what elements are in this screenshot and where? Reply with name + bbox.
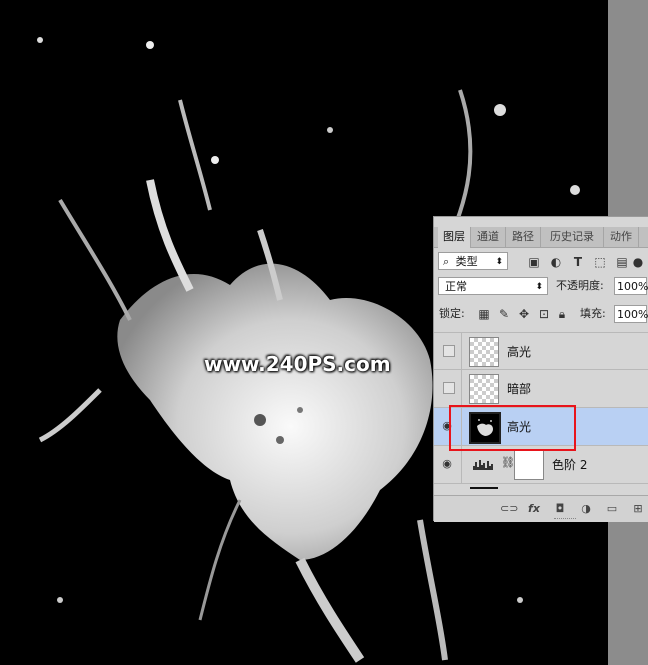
- blend-row: 正常 ⬍ 不透明度: 100%: [434, 277, 648, 299]
- search-icon: ⌕: [443, 255, 450, 268]
- lock-artboard-icon[interactable]: ⊡: [536, 306, 552, 322]
- layer-thumbnail: [469, 337, 499, 367]
- chain-link-icon[interactable]: ⛓: [501, 456, 515, 469]
- tab-paths[interactable]: 路径: [506, 227, 541, 247]
- updown-arrow-icon: ⬍: [495, 257, 503, 267]
- link-layers-icon[interactable]: ⊂⊃: [500, 501, 518, 517]
- new-layer-icon[interactable]: ⊞: [630, 501, 646, 517]
- panel-bottom-toolbar: ⊂⊃ fx ◘ ◑ ▭ ⊞: [434, 495, 648, 522]
- shape-filter-icon[interactable]: ⬚: [592, 254, 608, 270]
- layers-panel: 图层 通道 路径 历史记录 动作 ⌕ 类型 ⬍ ▣ ◐ T ⬚ ▤ ● 正常 ⬍…: [433, 216, 648, 522]
- visibility-toggle-off[interactable]: [443, 345, 455, 357]
- resize-grip[interactable]: [554, 518, 576, 522]
- filter-kind-select[interactable]: ⌕ 类型 ⬍: [438, 252, 508, 270]
- blend-mode-select[interactable]: 正常 ⬍: [438, 277, 548, 295]
- layer-thumbnail: [469, 374, 499, 404]
- lock-transparency-icon[interactable]: ▦: [476, 306, 492, 322]
- image-filter-icon[interactable]: ▣: [526, 254, 542, 270]
- panel-tab-bar: 图层 通道 路径 历史记录 动作: [434, 227, 648, 248]
- fx-button[interactable]: fx: [526, 501, 542, 517]
- layer-mask-thumbnail: [514, 450, 544, 480]
- type-filter-icon[interactable]: T: [570, 254, 586, 270]
- layer-row[interactable]: 暗部: [434, 370, 648, 408]
- lock-label: 锁定:: [439, 307, 465, 320]
- layer-name[interactable]: 高光: [507, 333, 531, 371]
- blend-mode-value: 正常: [445, 280, 467, 293]
- add-mask-icon[interactable]: ◘: [552, 501, 568, 517]
- fill-label: 填充:: [580, 307, 606, 320]
- new-group-icon[interactable]: ▭: [604, 501, 620, 517]
- watermark-text: www.240PS.com: [204, 352, 391, 376]
- highlight-box: [449, 405, 576, 451]
- filter-row: ⌕ 类型 ⬍ ▣ ◐ T ⬚ ▤ ●: [434, 251, 648, 273]
- layer-name[interactable]: 暗部: [507, 370, 531, 408]
- tab-channels[interactable]: 通道: [471, 227, 506, 247]
- lock-all-icon[interactable]: 🔒︎: [554, 306, 570, 322]
- tab-history[interactable]: 历史记录: [541, 227, 604, 247]
- layer-row[interactable]: 高光: [434, 332, 648, 371]
- visibility-toggle-off[interactable]: [443, 382, 455, 394]
- updown-arrow-icon: ⬍: [535, 282, 543, 292]
- new-adjustment-icon[interactable]: ◑: [578, 501, 594, 517]
- layer-partial-row: [462, 485, 648, 495]
- tab-layers[interactable]: 图层: [438, 227, 471, 248]
- fill-input[interactable]: 100%: [614, 305, 648, 323]
- adjustment-filter-icon[interactable]: ◐: [548, 254, 564, 270]
- lock-brush-icon[interactable]: ✎: [496, 306, 512, 322]
- smart-object-filter-icon[interactable]: ▤: [614, 254, 630, 270]
- levels-adjustment-icon: [472, 458, 496, 470]
- opacity-label: 不透明度:: [556, 279, 604, 292]
- filter-kind-label: 类型: [455, 255, 478, 268]
- eye-icon[interactable]: ◉: [440, 457, 454, 471]
- tab-actions[interactable]: 动作: [604, 227, 639, 247]
- filter-toggle-icon[interactable]: ●: [632, 254, 644, 270]
- lock-row: 锁定: ▦ ✎ ✥ ⊡ 🔒︎ 填充: 100%: [434, 305, 648, 327]
- layer-name[interactable]: 色阶 2: [552, 446, 587, 484]
- layer-row[interactable]: ◉ ⛓ 色阶 2: [434, 446, 648, 484]
- lock-move-icon[interactable]: ✥: [516, 306, 532, 322]
- opacity-input[interactable]: 100%: [614, 277, 648, 295]
